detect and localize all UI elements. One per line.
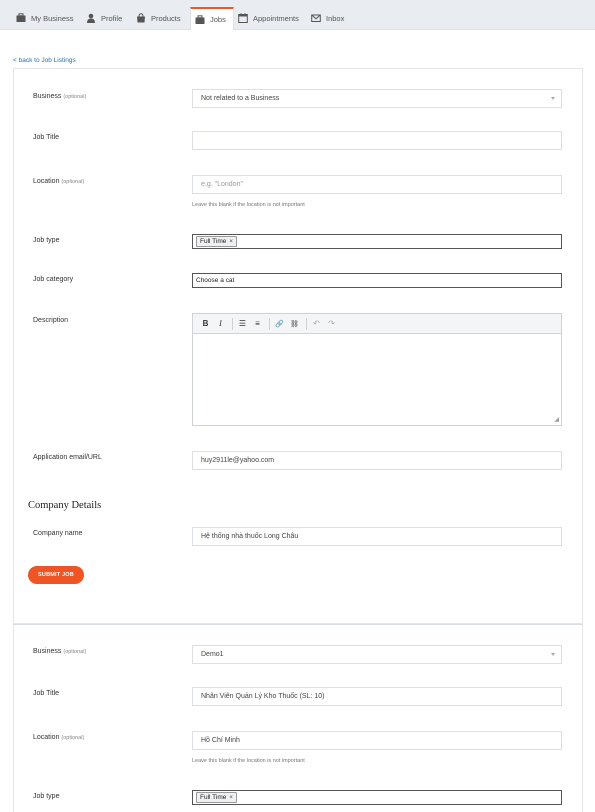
location-hint: Leave this blank if the location is not … bbox=[192, 758, 305, 764]
description-label: Description bbox=[33, 317, 69, 324]
close-icon[interactable]: × bbox=[229, 239, 233, 245]
tab-profile[interactable]: Profile bbox=[86, 6, 122, 30]
link-icon[interactable]: 🔗 bbox=[273, 317, 286, 330]
tab-my-business[interactable]: My Business bbox=[16, 6, 74, 30]
job-type-tag: Full Time × bbox=[196, 792, 237, 803]
location-input[interactable]: e.g. "London" bbox=[192, 175, 562, 194]
business-select-value: Demo1 bbox=[201, 651, 224, 658]
company-details-heading: Company Details bbox=[28, 500, 102, 511]
user-icon bbox=[87, 13, 95, 23]
business-select-value: Not related to a Business bbox=[201, 95, 280, 102]
location-input[interactable]: Hồ Chí Minh bbox=[192, 731, 562, 750]
submit-job-button[interactable]: SUBMIT JOB bbox=[28, 566, 84, 584]
tab-label: Jobs bbox=[210, 15, 226, 24]
numbered-list-icon[interactable]: ≡ bbox=[251, 317, 264, 330]
job-title-label: Job Title bbox=[33, 690, 60, 697]
location-label: Location (optional) bbox=[33, 734, 85, 741]
tab-jobs[interactable]: Jobs bbox=[190, 7, 234, 30]
job-title-input[interactable] bbox=[192, 131, 562, 150]
business-select[interactable]: Demo1 bbox=[192, 645, 562, 664]
tab-label: Inbox bbox=[326, 13, 345, 23]
toolbar-divider bbox=[306, 317, 307, 330]
top-nav-tabs: My Business Profile Products Jobs Appoin… bbox=[0, 0, 595, 30]
calendar-icon bbox=[238, 13, 248, 23]
job-type-multiselect[interactable]: Full Time × bbox=[192, 234, 562, 249]
job-title-label: Job Title bbox=[33, 134, 60, 141]
briefcase-icon bbox=[195, 14, 205, 24]
location-hint: Leave this blank if the location is not … bbox=[192, 202, 305, 208]
shopping-bag-icon bbox=[137, 13, 145, 23]
job-category-select[interactable]: Choose a cat bbox=[192, 273, 562, 288]
italic-button[interactable]: I bbox=[214, 317, 227, 330]
chevron-down-icon bbox=[551, 653, 555, 656]
job-type-multiselect[interactable]: Full Time × bbox=[192, 790, 562, 805]
chevron-down-icon bbox=[551, 97, 555, 100]
business-label: Business (optional) bbox=[33, 648, 87, 655]
close-icon[interactable]: × bbox=[229, 795, 233, 801]
editor-toolbar: B I ☰ ≡ 🔗 ⛓ ↶ ↷ bbox=[193, 314, 561, 334]
application-label: Application email/URL bbox=[33, 454, 102, 461]
location-label: Location (optional) bbox=[33, 178, 85, 185]
tab-label: My Business bbox=[31, 13, 74, 23]
company-name-input[interactable]: Hệ thống nhà thuốc Long Châu bbox=[192, 527, 562, 546]
description-editor[interactable]: B I ☰ ≡ 🔗 ⛓ ↶ ↷ ◢ bbox=[192, 313, 562, 426]
briefcase-icon bbox=[16, 13, 26, 22]
job-category-label: Job category bbox=[33, 276, 74, 283]
redo-icon[interactable]: ↷ bbox=[325, 317, 338, 330]
tab-products[interactable]: Products bbox=[136, 6, 181, 30]
back-to-job-listings-link[interactable]: < back to Job Listings bbox=[13, 57, 76, 64]
business-select[interactable]: Not related to a Business bbox=[192, 89, 562, 108]
unlink-icon[interactable]: ⛓ bbox=[288, 317, 301, 330]
business-label: Business (optional) bbox=[33, 93, 87, 100]
envelope-icon bbox=[311, 14, 321, 22]
application-input[interactable]: huy2911le@yahoo.com bbox=[192, 451, 562, 470]
toolbar-divider bbox=[232, 317, 233, 330]
job-title-input[interactable]: Nhân Viên Quản Lý Kho Thuốc (SL: 10) bbox=[192, 687, 562, 706]
tab-appointments[interactable]: Appointments bbox=[238, 6, 299, 30]
resize-handle-icon[interactable]: ◢ bbox=[554, 416, 559, 423]
tab-label: Products bbox=[151, 13, 181, 23]
job-type-label: Job type bbox=[33, 237, 60, 244]
job-type-tag: Full Time × bbox=[196, 236, 237, 247]
tab-label: Profile bbox=[101, 13, 123, 23]
tab-label: Appointments bbox=[253, 13, 299, 23]
bold-button[interactable]: B bbox=[199, 317, 212, 330]
company-name-label: Company name bbox=[33, 530, 83, 537]
undo-icon[interactable]: ↶ bbox=[310, 317, 323, 330]
job-type-label: Job type bbox=[33, 793, 60, 800]
tab-inbox[interactable]: Inbox bbox=[311, 6, 344, 30]
toolbar-divider bbox=[269, 317, 270, 330]
bullet-list-icon[interactable]: ☰ bbox=[236, 317, 249, 330]
